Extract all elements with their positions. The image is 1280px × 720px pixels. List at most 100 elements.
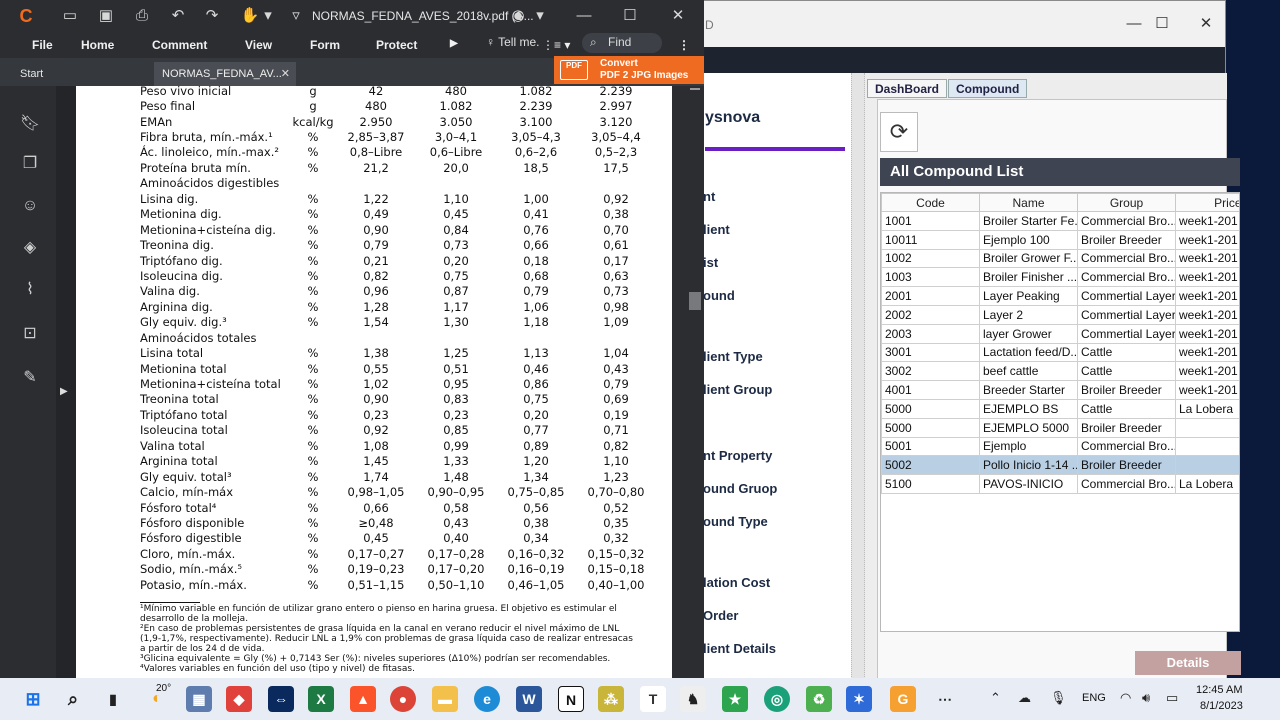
clock-time[interactable]: 12:45 AM <box>1196 684 1242 696</box>
scroll-top-icon[interactable] <box>690 88 700 96</box>
lock-icon[interactable]: ⊡ <box>18 322 42 346</box>
language-indicator[interactable]: ENG <box>1082 692 1106 704</box>
maximize-button[interactable]: ☐ <box>1149 11 1175 37</box>
scrollbar-thumb[interactable] <box>689 292 701 310</box>
pdf-app-icon[interactable]: G <box>890 686 916 712</box>
signature-icon[interactable]: ✎ <box>18 366 42 390</box>
print-icon[interactable]: ⎙ <box>132 6 152 26</box>
search-settings-icon[interactable]: ⋮≡ ▾ <box>542 38 570 52</box>
chevron-down-icon[interactable]: ▾ <box>530 6 550 26</box>
table-row[interactable]: 5002 Pollo Inicio 1-14 ... Broiler Breeder <box>881 455 1239 476</box>
chevron-up-icon[interactable]: ⌃ <box>990 690 1001 706</box>
table-row[interactable]: 4001 Breeder Starter Broiler Breeder week1-… <box>881 380 1239 400</box>
table-row[interactable]: 10011 Ejemplo 100 Broiler Breeder week1-201 <box>881 229 1239 250</box>
app-blue-star-icon[interactable]: ✶ <box>846 686 872 712</box>
menu-form[interactable]: Form <box>310 38 340 52</box>
open-folder-icon[interactable]: ▭ <box>60 6 80 26</box>
find-input[interactable]: ⌕ Find <box>582 33 662 53</box>
save-icon[interactable]: ▣ <box>96 6 116 26</box>
close-icon[interactable]: ✕ <box>281 67 290 80</box>
word-icon[interactable]: W <box>516 686 542 712</box>
column-header-name[interactable]: Name <box>979 193 1078 212</box>
menu-item[interactable]: ound Type <box>703 514 768 529</box>
table-row[interactable]: 3001 Lactation feed/D... Cattle week1-201 <box>881 342 1239 363</box>
brave-icon[interactable]: ▲ <box>350 686 376 712</box>
table-row[interactable]: 1003 Broiler Finisher ... Commercial Bro..… <box>881 267 1239 288</box>
attachment-icon[interactable]: ⌇ <box>18 278 42 302</box>
hand-tool-icon[interactable]: ✋ <box>240 6 260 26</box>
table-row[interactable]: 5001 Ejemplo Commercial Bro... <box>881 436 1239 457</box>
column-header-code[interactable]: Code <box>881 193 980 212</box>
app-star-icon[interactable]: ★ <box>722 686 748 712</box>
bookmark-icon[interactable]: 🔖︎ <box>18 112 42 136</box>
app-red-icon[interactable]: ◆ <box>226 686 252 712</box>
table-row[interactable]: 2003 layer Grower Commertial Layer week1-20… <box>881 323 1239 344</box>
column-header-group[interactable]: Group <box>1077 193 1176 212</box>
battery-icon[interactable]: ▭ <box>1166 690 1178 706</box>
close-button[interactable]: ✕ <box>1193 11 1219 37</box>
file-explorer-icon[interactable]: ▬ <box>432 686 458 712</box>
menu-item[interactable]: nt <box>703 189 715 204</box>
vertical-scrollbar[interactable] <box>686 86 704 678</box>
table-row[interactable]: 5000 EJEMPLO BS Cattle La Lobera <box>881 398 1239 419</box>
sidebar-splitter[interactable]: ▶ <box>56 86 76 678</box>
chevron-down-icon[interactable]: ▾ <box>258 6 278 26</box>
menu-item[interactable]: lient Details <box>703 641 776 656</box>
table-row[interactable]: 2002 Layer 2 Commertial Layer week1-201 <box>881 304 1239 325</box>
edge-icon[interactable]: e <box>474 686 500 712</box>
pages-icon[interactable]: ❐ <box>18 152 42 176</box>
splitter[interactable] <box>851 73 865 679</box>
app-corn-icon[interactable]: ⁂ <box>598 686 624 712</box>
maximize-button[interactable]: ☐ <box>620 6 640 26</box>
menu-item[interactable]: lient <box>703 222 730 237</box>
menu-item[interactable]: ound Gruop <box>703 481 777 496</box>
redo-icon[interactable]: ↷ <box>202 6 222 26</box>
layers-icon[interactable]: ◈ <box>18 236 42 260</box>
tab-dashboard[interactable]: DashBoard <box>867 79 948 98</box>
teamviewer-icon[interactable]: ⇔ <box>268 686 294 712</box>
more-arrow-icon[interactable]: ▶ <box>450 38 458 49</box>
calculator-icon[interactable]: ▦ <box>186 686 212 712</box>
tab-document[interactable]: NORMAS_FEDNA_AV... ✕ <box>154 62 296 86</box>
wifi-icon[interactable]: ◠ <box>1120 690 1131 706</box>
app-cow-icon[interactable]: ♞ <box>680 686 706 712</box>
menu-item[interactable]: Order <box>703 608 738 623</box>
close-button[interactable]: ✕ <box>668 6 688 26</box>
column-header-price[interactable]: PriceW <box>1175 193 1239 212</box>
tell-me-search[interactable]: ♀ Tell me. <box>486 35 539 49</box>
tab-start[interactable]: Start <box>20 68 43 80</box>
menu-item[interactable]: nt Property <box>703 448 772 463</box>
minimize-button[interactable]: — <box>1121 11 1147 37</box>
minimize-button[interactable]: — <box>574 6 594 26</box>
excel-icon[interactable]: X <box>308 686 334 712</box>
windows-start-icon[interactable]: ⊞ <box>20 686 46 712</box>
chrome-icon[interactable]: ● <box>390 686 416 712</box>
tab-compound[interactable]: Compound <box>948 79 1028 98</box>
menu-item[interactable]: lation Cost <box>703 575 770 590</box>
table-row[interactable]: 1001 Broiler Starter Fe... Commercial Bro.… <box>881 211 1239 231</box>
menu-item[interactable]: lient Type <box>703 349 763 364</box>
menu-comment[interactable]: Comment <box>152 38 207 52</box>
app-green-circle-icon[interactable]: ◎ <box>764 686 790 712</box>
more-options-icon[interactable]: ⋮ <box>678 38 690 52</box>
account-icon[interactable]: ◉ <box>508 6 528 26</box>
menu-view[interactable]: View <box>245 38 272 52</box>
table-row[interactable]: 2001 Layer Peaking Commertial Layer week1-2… <box>881 286 1239 306</box>
menu-item[interactable]: ist <box>703 255 718 270</box>
menu-home[interactable]: Home <box>81 38 114 52</box>
more-apps-icon[interactable]: ⋯ <box>932 686 958 712</box>
menu-file[interactable]: File <box>32 38 53 52</box>
app-tm-icon[interactable]: T <box>640 686 666 712</box>
table-row[interactable]: 1002 Broiler Grower F... Commercial Bro...… <box>881 248 1239 269</box>
convert-banner[interactable]: PDF Convert PDF 2 JPG Images <box>554 56 704 84</box>
search-icon[interactable]: ⌕ <box>60 686 86 712</box>
clock-date[interactable]: 8/1/2023 <box>1200 700 1243 712</box>
comment-icon[interactable]: ☺ <box>18 194 42 218</box>
table-row[interactable]: 3002 beef cattle Cattle week1-201 <box>881 361 1239 382</box>
notion-icon[interactable]: N <box>558 686 584 712</box>
table-row[interactable]: 5000 EJEMPLO 5000 Broiler Breeder <box>881 417 1239 438</box>
refresh-button[interactable]: ⟳ <box>880 112 918 152</box>
details-button[interactable]: Details <box>1135 651 1241 675</box>
menu-item[interactable]: lient Group <box>703 382 772 397</box>
volume-icon[interactable]: 🔊︎ <box>1142 690 1150 706</box>
